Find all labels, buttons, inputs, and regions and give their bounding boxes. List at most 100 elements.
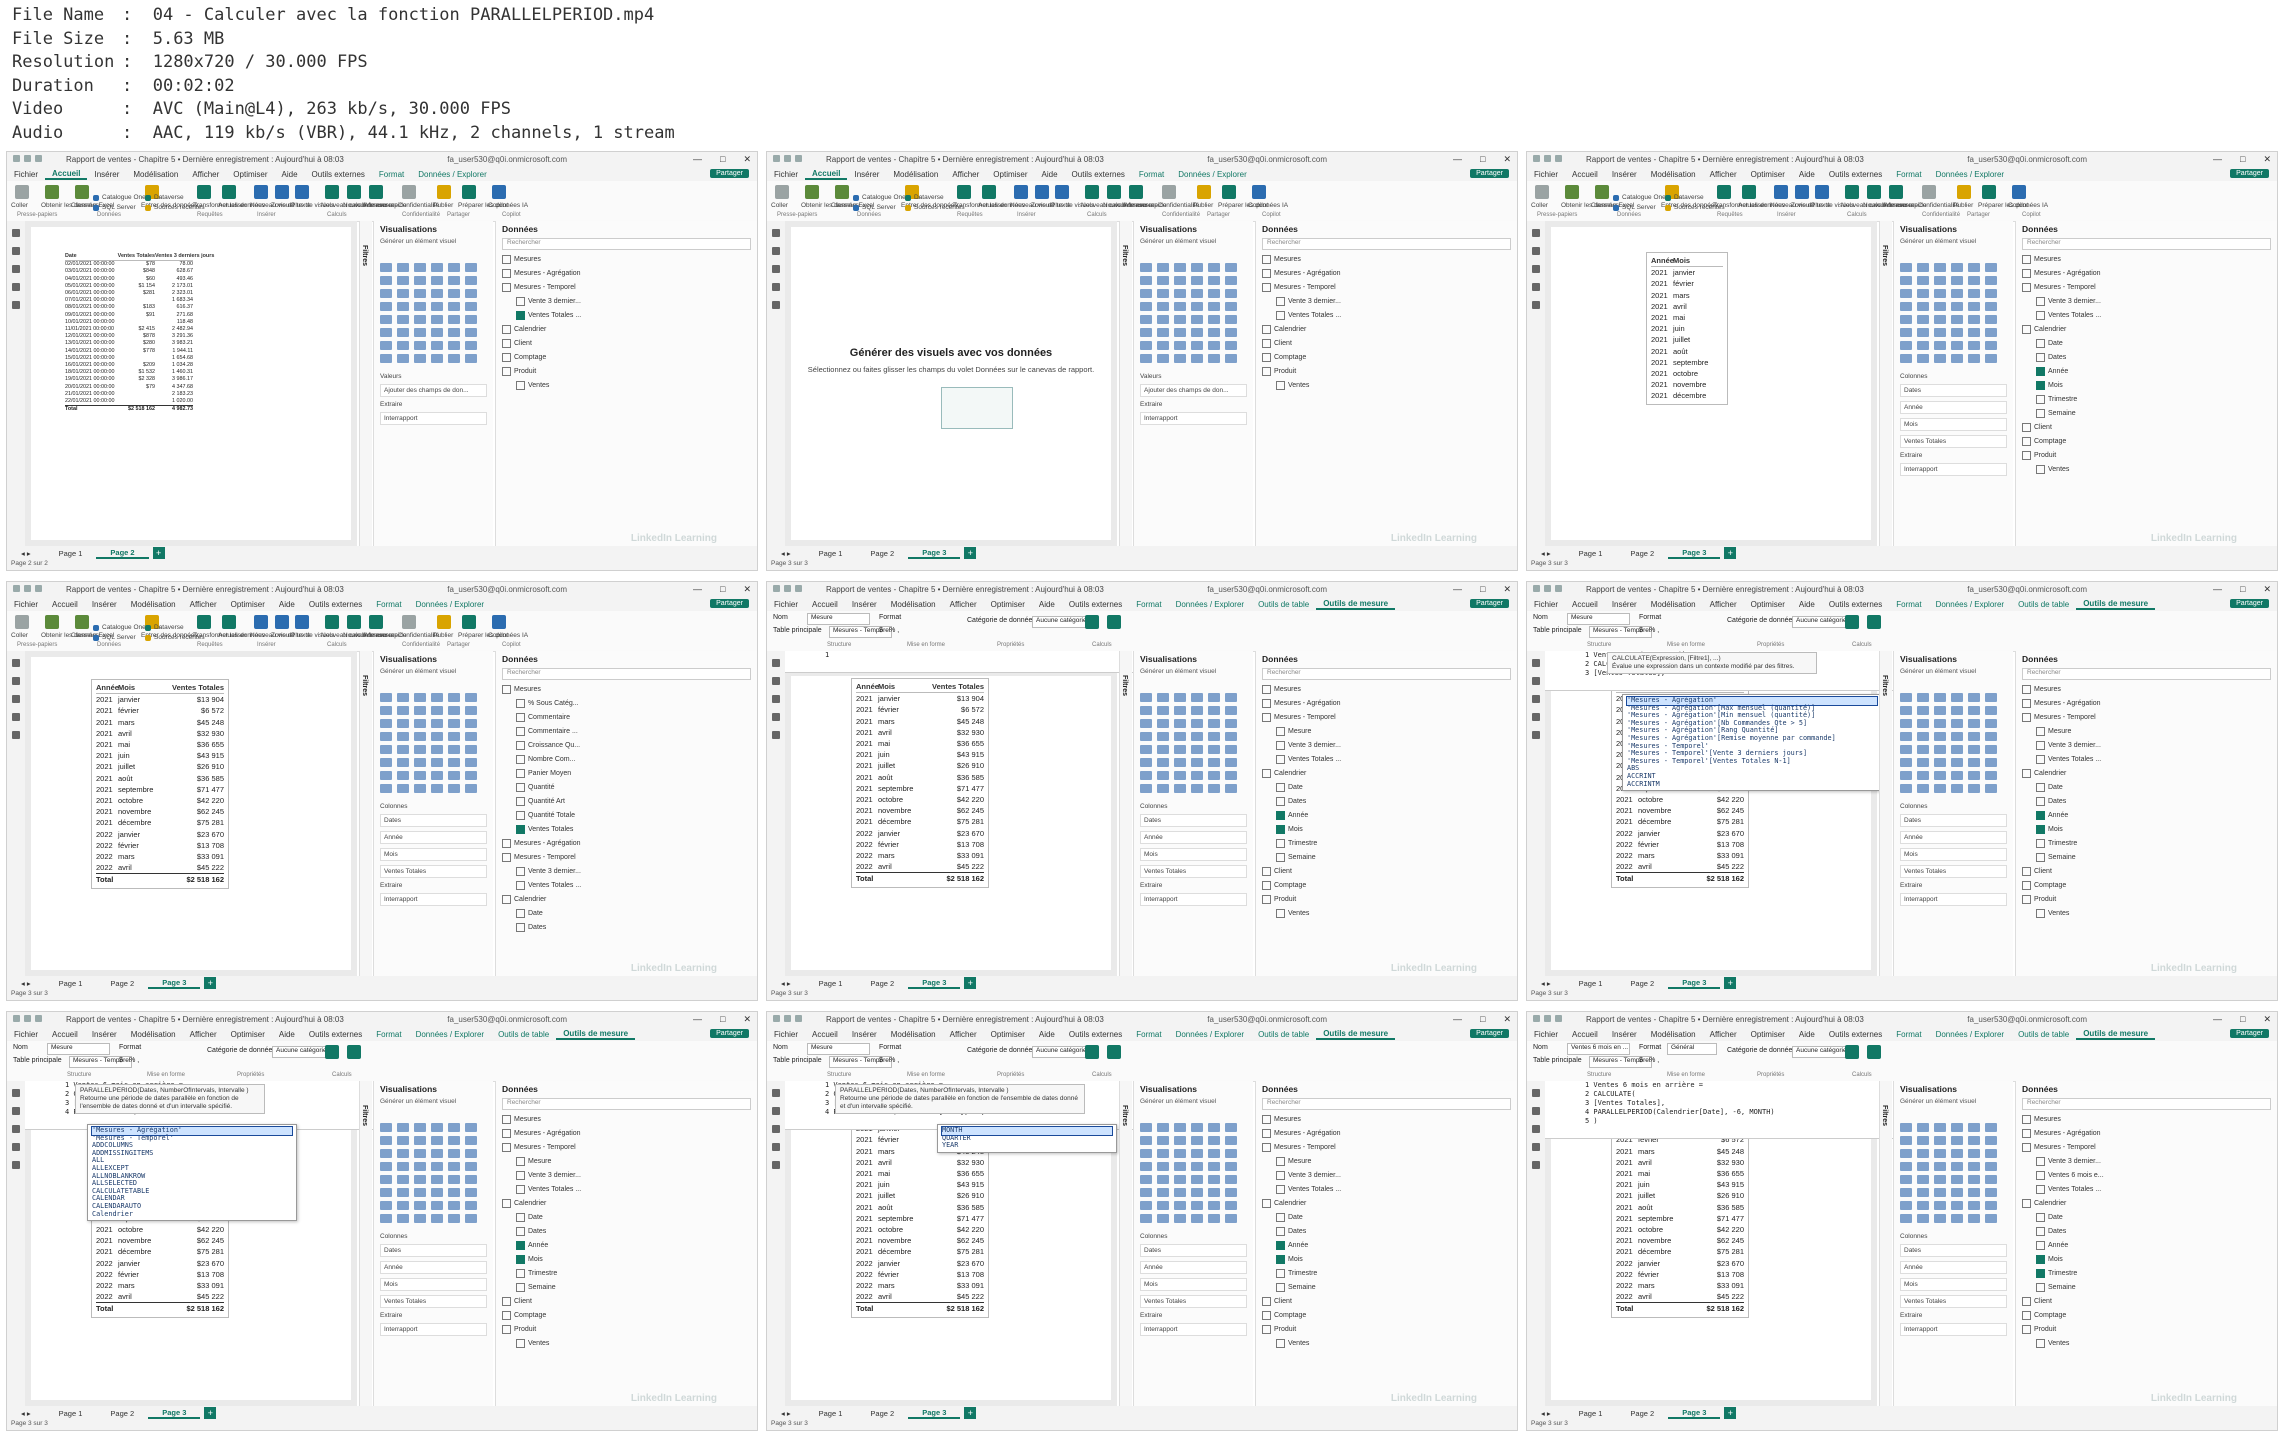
visual-type-icon[interactable] — [465, 771, 477, 780]
visual-type-icon[interactable] — [1985, 302, 1997, 311]
data-field[interactable]: Quantité Art — [502, 797, 751, 806]
data-field[interactable]: Comptage — [1262, 1311, 1511, 1320]
tab-2[interactable]: Insérer — [85, 600, 124, 609]
visual-type-icon[interactable] — [465, 706, 477, 715]
visual-type-icon[interactable] — [1985, 1201, 1997, 1210]
field-checkbox[interactable] — [2022, 1143, 2031, 1152]
tab-ext-1[interactable]: Données / Explorer — [409, 600, 491, 609]
data-field[interactable]: Ventes — [1262, 1339, 1511, 1348]
visual-type-icon[interactable] — [380, 1214, 392, 1223]
save-icon[interactable] — [773, 1014, 780, 1022]
currency-icon[interactable]: $ · % , — [879, 627, 899, 634]
visual-type-icon[interactable] — [1934, 354, 1946, 363]
visual-type-icon[interactable] — [1174, 745, 1186, 754]
visual-type-icon[interactable] — [1191, 276, 1203, 285]
field-checkbox[interactable] — [1276, 381, 1285, 390]
field-checkbox[interactable] — [1276, 1157, 1285, 1166]
visual-type-icon[interactable] — [1951, 745, 1963, 754]
visual-type-icon[interactable] — [1157, 1123, 1169, 1132]
add-page-button[interactable]: + — [152, 547, 165, 559]
filters-pane-collapsed[interactable]: Filtres — [1119, 651, 1132, 976]
tab-7[interactable]: Outils externes — [305, 170, 372, 179]
model-view-icon[interactable] — [772, 695, 780, 703]
visual-type-icon[interactable] — [1174, 784, 1186, 793]
visual-type-icon[interactable] — [1934, 341, 1946, 350]
category-field[interactable]: Aucune catégorie — [1792, 1046, 1849, 1058]
field-checkbox[interactable] — [1276, 1283, 1285, 1292]
undo-icon[interactable] — [784, 584, 791, 592]
data-field[interactable]: Mesures — [1262, 685, 1511, 694]
field-checkbox[interactable] — [2036, 311, 2045, 320]
field-checkbox[interactable] — [502, 1115, 511, 1124]
ribbon-icon-16[interactable] — [402, 615, 416, 629]
visual-type-icon[interactable] — [1225, 1162, 1237, 1171]
visual-type-icon[interactable] — [1985, 745, 1997, 754]
visual-type-icon[interactable] — [1191, 1123, 1203, 1132]
visual-type-icon[interactable] — [414, 1214, 426, 1223]
visual-type-icon[interactable] — [1968, 745, 1980, 754]
table-visual[interactable]: AnnéeMoisVentes Totales2021janvier$13 90… — [851, 678, 989, 888]
field-checkbox[interactable] — [1262, 1199, 1271, 1208]
undo-icon[interactable] — [1544, 1014, 1551, 1022]
field-checkbox[interactable] — [1262, 881, 1271, 890]
visual-type-icon[interactable] — [414, 1201, 426, 1210]
field-checkbox[interactable] — [502, 853, 511, 862]
field-checkbox[interactable] — [1276, 1241, 1285, 1250]
tab-ext-0[interactable]: Format — [1889, 170, 1928, 179]
save-icon[interactable] — [773, 154, 780, 162]
field-checkbox[interactable] — [1262, 867, 1271, 876]
data-field[interactable]: Mesures - Agrégation — [1262, 269, 1511, 278]
visual-type-icon[interactable] — [380, 315, 392, 324]
minimize-icon[interactable]: — — [2213, 154, 2222, 165]
redo-icon[interactable] — [35, 154, 42, 162]
field-checkbox[interactable] — [502, 1129, 511, 1138]
data-field[interactable]: Mesure — [1262, 727, 1511, 736]
visual-type-icon[interactable] — [414, 1149, 426, 1158]
page-tab-2[interactable]: Page 2 — [856, 979, 908, 988]
field-checkbox[interactable] — [1262, 895, 1271, 904]
data-search-input[interactable]: Rechercher — [2022, 238, 2271, 250]
visual-type-icon[interactable] — [397, 771, 409, 780]
name-field[interactable]: Mesure — [47, 1043, 110, 1055]
field-checkbox[interactable] — [502, 339, 511, 348]
visual-type-icon[interactable] — [1951, 302, 1963, 311]
visual-type-icon[interactable] — [1191, 328, 1203, 337]
visual-type-icon[interactable] — [1900, 1175, 1912, 1184]
visual-type-icon[interactable] — [448, 1188, 460, 1197]
page-nav-icon[interactable]: ◂ ▸ — [7, 549, 45, 558]
suggestion-item[interactable]: ABS — [1627, 765, 1877, 773]
tab-1[interactable]: Accueil — [1565, 600, 1605, 609]
data-field[interactable]: Mesures - Temporel — [1262, 713, 1511, 722]
visual-type-icon[interactable] — [414, 732, 426, 741]
visual-type-icon[interactable] — [414, 1162, 426, 1171]
visual-type-icon[interactable] — [1934, 693, 1946, 702]
field-checkbox[interactable] — [502, 353, 511, 362]
data-field[interactable]: Croissance Qu... — [502, 741, 751, 750]
visual-type-icon[interactable] — [465, 693, 477, 702]
ribbon-icon-0[interactable] — [775, 185, 789, 199]
add-page-button[interactable]: + — [964, 547, 977, 559]
tab-ext-0[interactable]: Format — [1129, 600, 1168, 609]
ribbon-icon-3[interactable] — [853, 195, 859, 201]
visual-type-icon[interactable] — [1208, 328, 1220, 337]
visual-type-icon[interactable] — [1208, 771, 1220, 780]
visual-type-icon[interactable] — [1900, 1201, 1912, 1210]
visual-type-icon[interactable] — [1900, 719, 1912, 728]
visual-type-icon[interactable] — [1208, 1162, 1220, 1171]
field-checkbox[interactable] — [516, 1339, 525, 1348]
data-field[interactable]: Comptage — [502, 1311, 751, 1320]
column-header[interactable]: Ventes Totales — [168, 682, 224, 693]
tab-0[interactable]: Fichier — [1527, 170, 1565, 179]
visual-type-icon[interactable] — [1174, 719, 1186, 728]
ribbon-icon-11[interactable] — [1795, 185, 1809, 199]
data-field[interactable]: Semaine — [2022, 853, 2271, 862]
ribbon-icon-7[interactable] — [145, 635, 151, 641]
tab-4[interactable]: Afficher — [943, 600, 984, 609]
visual-type-icon[interactable] — [431, 263, 443, 272]
visual-type-icon[interactable] — [1140, 1149, 1152, 1158]
ribbon-icon-9[interactable] — [222, 185, 236, 199]
close-icon[interactable]: ✕ — [2263, 584, 2271, 595]
ribbon-icon-17[interactable] — [437, 185, 451, 199]
tab-1[interactable]: Accueil — [45, 600, 85, 609]
field-checkbox[interactable] — [2036, 409, 2045, 418]
